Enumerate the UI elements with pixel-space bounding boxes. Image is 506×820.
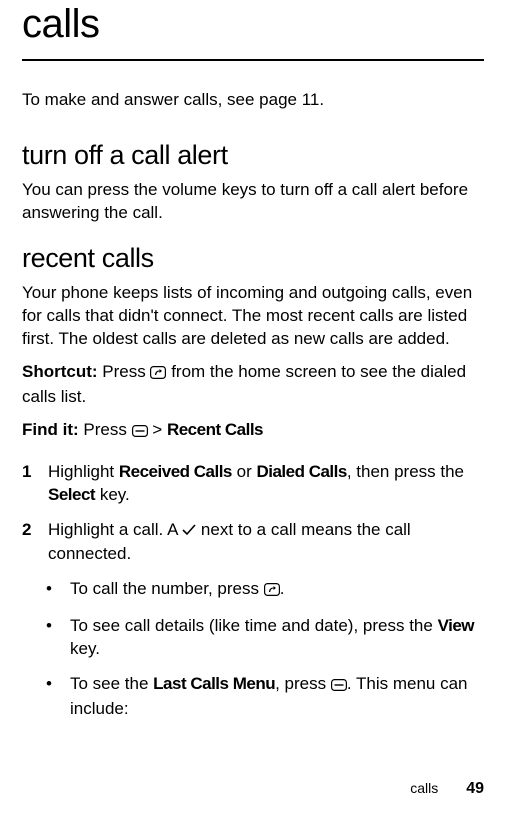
send-key-icon [264,580,280,603]
find-it-pre: Press [83,420,131,439]
intro-text: To make and answer calls, see page 11. [22,89,484,112]
option-dialed-calls: Dialed Calls [256,462,346,481]
page-footer: calls 49 [410,780,484,798]
step-text: Highlight Received Calls or Dialed Calls… [48,461,484,507]
text-fragment: To see call details (like time and date)… [70,616,438,635]
bullet-call-details: • To see call details (like time and dat… [46,615,484,661]
text-fragment: Highlight [48,462,119,481]
bullet-call-number: • To call the number, press . [46,578,484,603]
text-fragment: Highlight a call. A [48,520,182,539]
text-fragment: To see the [70,674,153,693]
footer-page-number: 49 [466,780,484,798]
step-text: Highlight a call. A next to a call means… [48,519,484,566]
step-number: 2 [22,519,36,566]
title-divider [22,59,484,61]
bullet-text: To see call details (like time and date)… [70,615,484,661]
recent-calls-body: Your phone keeps lists of incoming and o… [22,282,484,351]
find-it-line: Find it: Press > Recent Calls [22,419,484,444]
shortcut-pre: Press [102,362,150,381]
bullet-last-calls-menu: • To see the Last Calls Menu, press . Th… [46,673,484,721]
step-number: 1 [22,461,36,507]
menu-key-icon [331,675,347,698]
select-key-label: Select [48,485,95,504]
turn-off-body: You can press the volume keys to turn of… [22,179,484,225]
send-key-icon [150,363,166,386]
checkmark-icon [182,520,196,543]
step-2: 2 Highlight a call. A next to a call mea… [22,519,484,566]
view-key-label: View [438,616,474,635]
text-fragment: or [232,462,257,481]
text-fragment: key. [95,485,130,504]
bullet-dot: • [46,673,56,721]
step-1: 1 Highlight Received Calls or Dialed Cal… [22,461,484,507]
find-it-item: Recent Calls [167,420,263,439]
footer-section-label: calls [410,780,438,796]
heading-recent-calls: recent calls [22,243,484,274]
bullet-dot: • [46,615,56,661]
shortcut-line: Shortcut: Press from the home screen to … [22,361,484,409]
text-fragment: , then press the [347,462,464,481]
find-it-label: Find it: [22,420,79,439]
bullets-list: • To call the number, press . • To see c… [22,578,484,721]
bullet-text: To see the Last Calls Menu, press . This… [70,673,484,721]
text-fragment: , press [275,674,331,693]
text-fragment: To call the number, press [70,579,264,598]
steps-list: 1 Highlight Received Calls or Dialed Cal… [22,461,484,566]
text-fragment: . [280,579,285,598]
text-fragment: key. [70,639,100,658]
page-title: calls [22,2,484,47]
bullet-dot: • [46,578,56,603]
bullet-text: To call the number, press . [70,578,284,603]
shortcut-label: Shortcut: [22,362,98,381]
menu-key-icon [132,421,148,444]
option-received-calls: Received Calls [119,462,232,481]
heading-turn-off-call-alert: turn off a call alert [22,140,484,171]
find-it-sep: > [148,420,167,439]
last-calls-menu-label: Last Calls Menu [153,674,275,693]
